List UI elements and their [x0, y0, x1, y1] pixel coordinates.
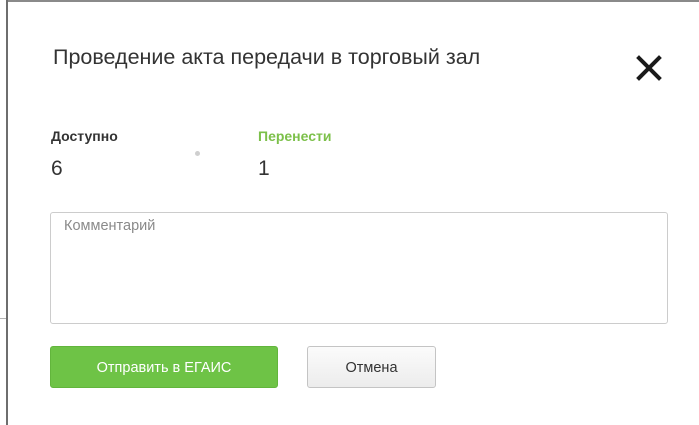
available-label: Доступно	[51, 128, 118, 144]
separator-dot	[195, 151, 200, 156]
backdrop-edge	[0, 0, 8, 425]
transfer-dialog: Проведение акта передачи в торговый зал …	[8, 2, 699, 425]
dialog-title: Проведение акта передачи в торговый зал	[53, 45, 481, 69]
cancel-button[interactable]: Отмена	[307, 346, 436, 388]
backdrop-divider	[0, 318, 6, 319]
send-to-egais-button[interactable]: Отправить в ЕГАИС	[50, 346, 278, 388]
transfer-label: Перенести	[258, 128, 332, 144]
available-value: 6	[51, 157, 63, 180]
transfer-value: 1	[258, 157, 270, 180]
close-button[interactable]	[635, 54, 663, 82]
comment-field[interactable]	[50, 212, 668, 324]
close-icon	[636, 55, 662, 81]
